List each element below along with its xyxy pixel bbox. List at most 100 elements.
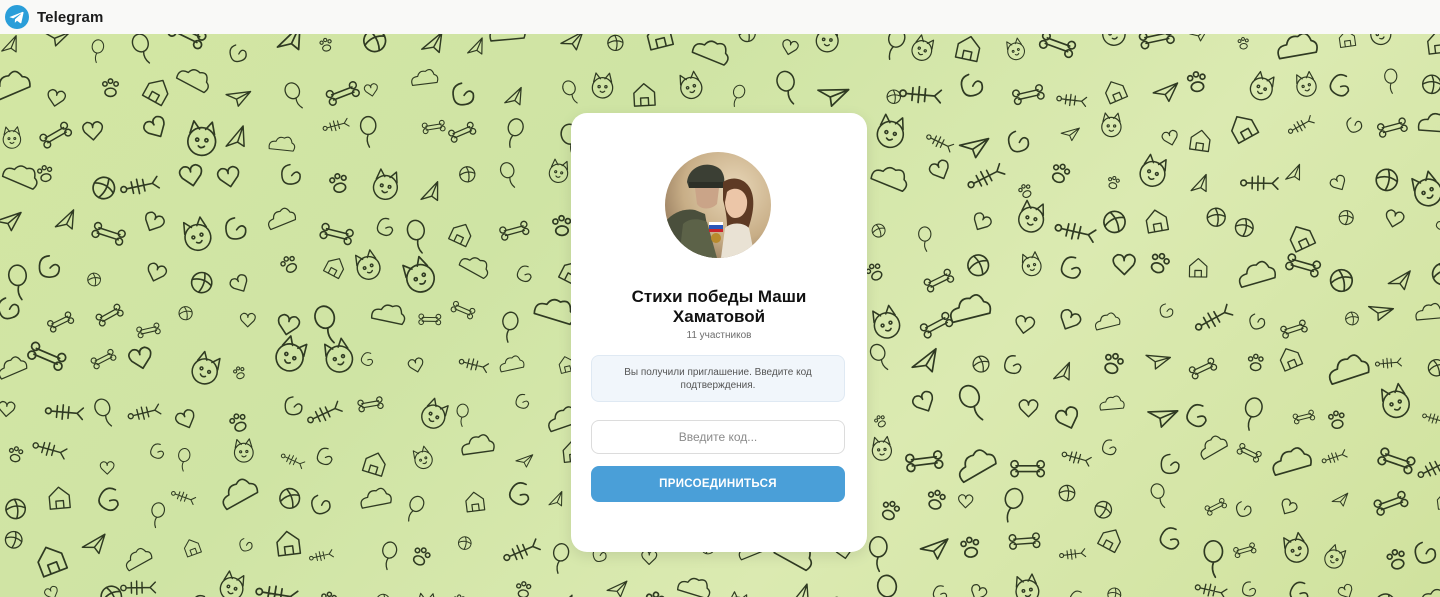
doodle: [1060, 308, 1082, 330]
doodle: [552, 214, 572, 237]
doodle: [1012, 84, 1045, 106]
doodle: [1417, 112, 1440, 134]
doodle: [1102, 34, 1126, 46]
doodle: [186, 120, 217, 157]
doodle: [776, 70, 795, 105]
doodle: [1061, 451, 1092, 467]
doodle: [120, 175, 161, 195]
doodle: [99, 461, 115, 475]
doodle: [1004, 487, 1024, 523]
doodle: [458, 358, 490, 374]
doodle: [1427, 359, 1440, 377]
doodle: [147, 262, 168, 282]
doodle: [1415, 302, 1440, 321]
doodle: [222, 478, 259, 511]
doodle: [1094, 500, 1113, 519]
code-input[interactable]: [591, 420, 845, 454]
doodle: [411, 68, 439, 86]
doodle: [178, 306, 193, 321]
doodle: [362, 34, 387, 53]
doodle: [145, 211, 165, 232]
doodle: [276, 34, 301, 51]
doodle: [1101, 112, 1122, 138]
doodle: [923, 268, 955, 293]
doodle: [382, 541, 398, 571]
doodle: [1281, 498, 1298, 515]
doodle: [1331, 492, 1349, 507]
doodle: [876, 574, 898, 597]
doodle: [5, 498, 27, 520]
doodle: [1346, 117, 1363, 133]
brand-name[interactable]: Telegram: [37, 9, 103, 26]
doodle: [606, 580, 628, 597]
doodle: [311, 494, 331, 515]
doodle: [0, 400, 16, 418]
doodle: [1015, 573, 1040, 597]
doodle: [281, 163, 301, 185]
doodle: [1414, 541, 1437, 564]
doodle: [633, 82, 656, 107]
doodle: [47, 311, 75, 333]
doodle: [927, 489, 946, 510]
doodle: [646, 34, 675, 51]
doodle: [881, 500, 901, 521]
doodle: [325, 81, 360, 106]
doodle: [1435, 218, 1440, 233]
doodle: [1103, 210, 1126, 234]
doodle: [738, 34, 756, 43]
doodle: [1145, 354, 1172, 370]
doodle: [1007, 130, 1030, 153]
doodle: [229, 44, 247, 63]
doodle: [1292, 409, 1316, 425]
doodle: [456, 403, 469, 427]
doodle: [887, 34, 906, 61]
top-bar: Telegram: [0, 0, 1440, 34]
doodle: [641, 550, 658, 566]
doodle: [239, 538, 253, 552]
doodle: [871, 223, 886, 238]
doodle: [421, 34, 443, 54]
doodle: [926, 134, 955, 153]
doodle: [919, 538, 949, 560]
doodle: [1249, 313, 1266, 330]
doodle: [461, 434, 495, 456]
doodle: [178, 447, 191, 472]
doodle: [676, 577, 711, 597]
doodle: [1285, 163, 1301, 181]
doodle: [95, 303, 124, 327]
doodle: [815, 34, 839, 53]
doodle: [504, 86, 522, 106]
doodle: [276, 530, 302, 557]
join-button[interactable]: ПРИСОЕДИНИТЬСЯ: [591, 466, 845, 502]
doodle: [27, 341, 67, 372]
doodle: [1060, 127, 1080, 142]
doodle: [1104, 352, 1124, 375]
doodle: [2, 126, 22, 149]
doodle: [82, 120, 104, 141]
doodle: [1105, 81, 1129, 105]
doodle: [136, 322, 161, 339]
doodle: [1231, 115, 1260, 145]
doodle: [421, 119, 446, 135]
doodle: [932, 585, 948, 597]
doodle: [90, 348, 117, 370]
doodle: [1188, 129, 1211, 153]
doodle: [958, 384, 984, 421]
doodle: [790, 583, 809, 597]
doodle: [1059, 548, 1087, 560]
doodle: [370, 304, 406, 326]
doodle: [101, 78, 120, 98]
doodle: [191, 350, 221, 385]
doodle: [502, 311, 519, 343]
doodle: [911, 347, 937, 373]
doodle: [1367, 305, 1395, 322]
doodle: [4, 530, 23, 549]
doodle: [284, 82, 303, 109]
doodle: [44, 585, 58, 597]
telegram-logo-icon[interactable]: [5, 5, 29, 29]
doodle: [1058, 484, 1076, 502]
doodle: [1337, 583, 1353, 597]
doodle: [591, 72, 614, 99]
doodle: [560, 34, 584, 51]
doodle: [182, 216, 212, 252]
